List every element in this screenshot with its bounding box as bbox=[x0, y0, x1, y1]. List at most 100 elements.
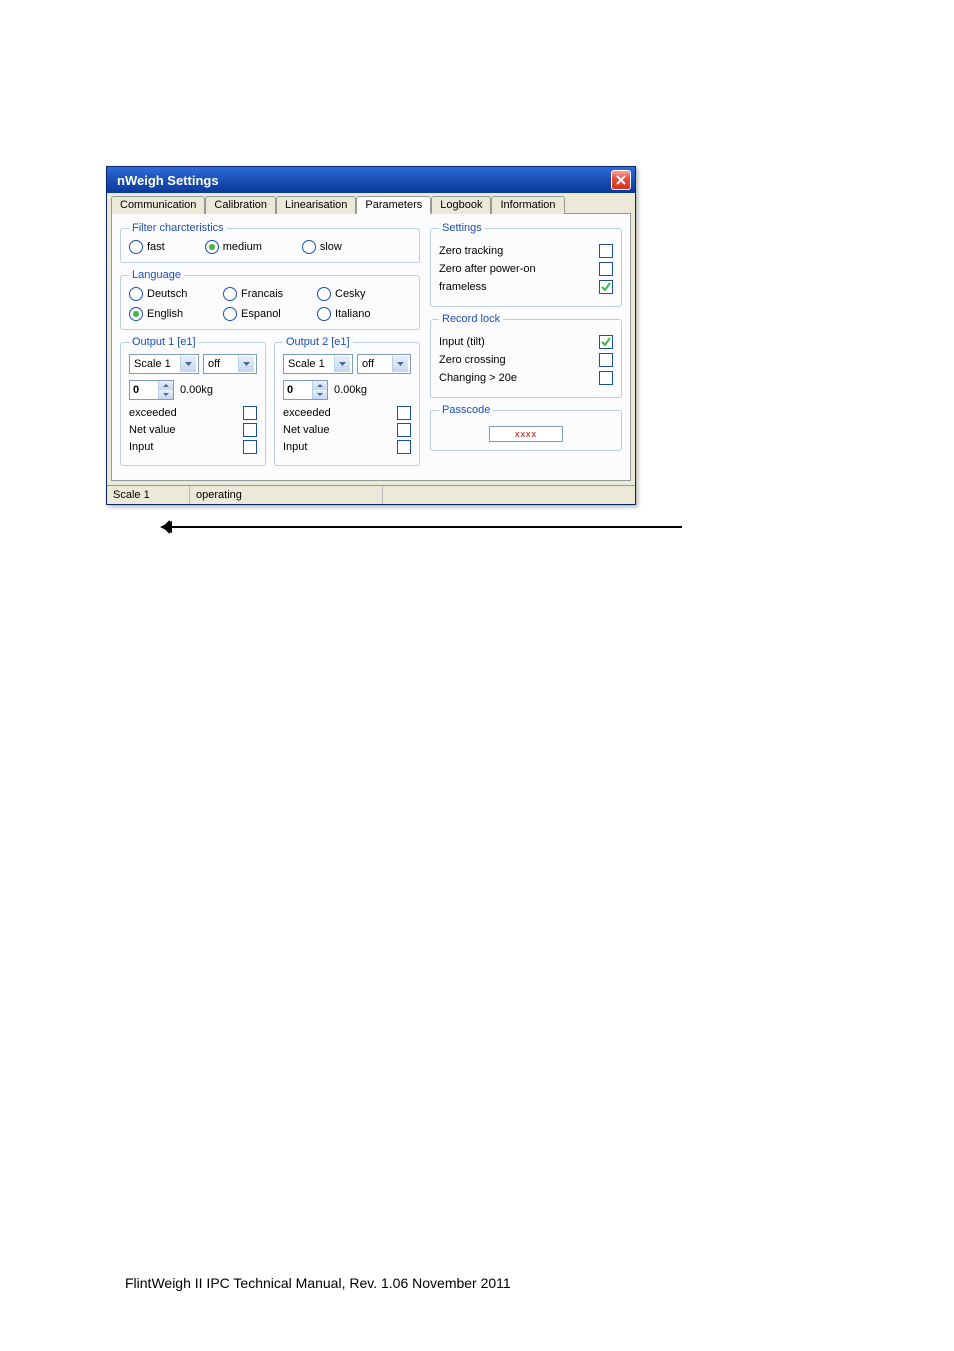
status-scale: Scale 1 bbox=[107, 486, 190, 504]
lang-english[interactable]: English bbox=[129, 307, 223, 321]
output1-spinner[interactable]: 0 bbox=[129, 380, 174, 400]
zero-tracking-checkbox[interactable] bbox=[599, 244, 613, 258]
status-mode: operating bbox=[190, 486, 383, 504]
radio-icon bbox=[129, 287, 143, 301]
arrow-left-icon bbox=[160, 517, 180, 540]
recordlock-legend: Record lock bbox=[439, 313, 503, 325]
filter-fast[interactable]: fast bbox=[129, 240, 165, 254]
output1-scale-dropdown[interactable]: Scale 1 bbox=[129, 354, 199, 374]
output2-net-checkbox[interactable] bbox=[397, 423, 411, 437]
output1-scale-value: Scale 1 bbox=[134, 358, 177, 370]
radio-icon bbox=[129, 240, 143, 254]
chevron-down-icon bbox=[180, 356, 196, 372]
spinner-up-icon[interactable] bbox=[313, 381, 327, 390]
filter-medium-label: medium bbox=[223, 241, 262, 253]
tab-communication[interactable]: Communication bbox=[111, 196, 205, 214]
filter-medium[interactable]: medium bbox=[205, 240, 262, 254]
output2-input-checkbox[interactable] bbox=[397, 440, 411, 454]
tab-calibration[interactable]: Calibration bbox=[205, 196, 276, 214]
output2-mode-value: off bbox=[362, 358, 389, 370]
output1-net-label: Net value bbox=[129, 424, 175, 436]
lang-cs-label: Cesky bbox=[335, 288, 366, 300]
lang-francais[interactable]: Francais bbox=[223, 287, 317, 301]
filter-slow[interactable]: slow bbox=[302, 240, 342, 254]
output2-legend: Output 2 [e1] bbox=[283, 336, 353, 348]
window-title: nWeigh Settings bbox=[117, 173, 219, 188]
tab-parameters[interactable]: Parameters bbox=[356, 196, 431, 214]
output1-mode-value: off bbox=[208, 358, 235, 370]
lang-fr-label: Francais bbox=[241, 288, 283, 300]
tab-logbook[interactable]: Logbook bbox=[431, 196, 491, 214]
lang-de-label: Deutsch bbox=[147, 288, 187, 300]
frameless-checkbox[interactable] bbox=[599, 280, 613, 294]
spinner-buttons bbox=[158, 381, 173, 399]
radio-icon bbox=[302, 240, 316, 254]
output1-unit: 0.00kg bbox=[180, 384, 213, 396]
output1-legend: Output 1 [e1] bbox=[129, 336, 199, 348]
zero-after-checkbox[interactable] bbox=[599, 262, 613, 276]
spinner-down-icon[interactable] bbox=[313, 390, 327, 399]
output1-input-label: Input bbox=[129, 441, 153, 453]
lang-cesky[interactable]: Cesky bbox=[317, 287, 411, 301]
changing-label: Changing > 20e bbox=[439, 372, 517, 384]
output2-input-label: Input bbox=[283, 441, 307, 453]
changing-checkbox[interactable] bbox=[599, 371, 613, 385]
parameters-panel: Filter charcteristics fast medium slow bbox=[111, 213, 631, 481]
radio-icon bbox=[205, 240, 219, 254]
input-tilt-checkbox[interactable] bbox=[599, 335, 613, 349]
input-tilt-label: Input (tilt) bbox=[439, 336, 485, 348]
language-group: Language Deutsch Francais Cesky bbox=[120, 269, 420, 330]
output2-spin-value: 0 bbox=[284, 381, 312, 399]
close-icon bbox=[616, 175, 626, 185]
output2-scale-value: Scale 1 bbox=[288, 358, 331, 370]
chevron-down-icon bbox=[334, 356, 350, 372]
passcode-legend: Passcode bbox=[439, 404, 493, 416]
status-empty bbox=[383, 486, 635, 504]
tab-information[interactable]: Information bbox=[491, 196, 564, 214]
chevron-down-icon bbox=[238, 356, 254, 372]
passcode-input[interactable]: xxxx bbox=[489, 426, 563, 442]
output1-exceeded-label: exceeded bbox=[129, 407, 177, 419]
passcode-group: Passcode xxxx bbox=[430, 404, 622, 451]
annotation-line bbox=[172, 526, 682, 528]
frameless-label: frameless bbox=[439, 281, 487, 293]
settings-group: Settings Zero tracking Zero after power-… bbox=[430, 222, 622, 307]
page-footer: FlintWeigh II IPC Technical Manual, Rev.… bbox=[125, 1275, 511, 1291]
titlebar: nWeigh Settings bbox=[107, 167, 635, 193]
filter-group: Filter charcteristics fast medium slow bbox=[120, 222, 420, 263]
output2-group: Output 2 [e1] Scale 1 off 0 bbox=[274, 336, 420, 466]
output1-input-checkbox[interactable] bbox=[243, 440, 257, 454]
recordlock-group: Record lock Input (tilt) Zero crossing C… bbox=[430, 313, 622, 398]
settings-window: nWeigh Settings Communication Calibratio… bbox=[106, 166, 636, 505]
filter-fast-label: fast bbox=[147, 241, 165, 253]
output1-exceeded-checkbox[interactable] bbox=[243, 406, 257, 420]
output1-group: Output 1 [e1] Scale 1 off 0 bbox=[120, 336, 266, 466]
zero-crossing-checkbox[interactable] bbox=[599, 353, 613, 367]
spinner-up-icon[interactable] bbox=[159, 381, 173, 390]
radio-icon bbox=[223, 307, 237, 321]
output2-spinner[interactable]: 0 bbox=[283, 380, 328, 400]
close-button[interactable] bbox=[611, 170, 631, 190]
lang-it-label: Italiano bbox=[335, 308, 370, 320]
output2-scale-dropdown[interactable]: Scale 1 bbox=[283, 354, 353, 374]
radio-icon bbox=[129, 307, 143, 321]
lang-es-label: Espanol bbox=[241, 308, 281, 320]
filter-legend: Filter charcteristics bbox=[129, 222, 227, 234]
lang-deutsch[interactable]: Deutsch bbox=[129, 287, 223, 301]
output2-exceeded-label: exceeded bbox=[283, 407, 331, 419]
spinner-down-icon[interactable] bbox=[159, 390, 173, 399]
radio-icon bbox=[317, 287, 331, 301]
output2-exceeded-checkbox[interactable] bbox=[397, 406, 411, 420]
chevron-down-icon bbox=[392, 356, 408, 372]
lang-en-label: English bbox=[147, 308, 183, 320]
output1-mode-dropdown[interactable]: off bbox=[203, 354, 257, 374]
lang-italiano[interactable]: Italiano bbox=[317, 307, 411, 321]
output2-mode-dropdown[interactable]: off bbox=[357, 354, 411, 374]
output1-net-checkbox[interactable] bbox=[243, 423, 257, 437]
output2-unit: 0.00kg bbox=[334, 384, 367, 396]
zero-after-label: Zero after power-on bbox=[439, 263, 536, 275]
tabs: Communication Calibration Linearisation … bbox=[107, 193, 635, 213]
lang-espanol[interactable]: Espanol bbox=[223, 307, 317, 321]
tab-linearisation[interactable]: Linearisation bbox=[276, 196, 356, 214]
filter-slow-label: slow bbox=[320, 241, 342, 253]
